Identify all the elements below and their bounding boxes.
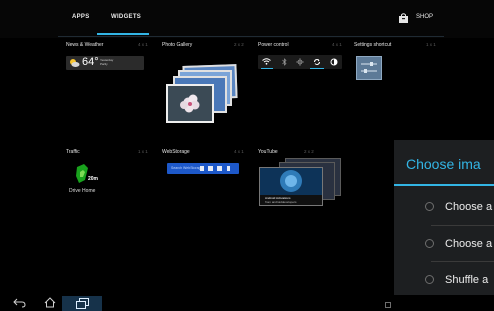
dialog-title: Choose ima <box>406 156 481 172</box>
tab-apps[interactable]: APPS <box>72 14 90 20</box>
youtube-caption-subtitle: from androiddevelopers <box>265 200 297 204</box>
widget-size-power-control: 4 x 1 <box>332 42 342 47</box>
widget-size-settings-shortcut: 1 x 1 <box>426 42 436 47</box>
webstorage-file-icon <box>200 166 204 171</box>
webstorage-music-icon <box>227 166 230 171</box>
back-icon[interactable] <box>13 298 26 308</box>
bluetooth-icon <box>282 58 287 66</box>
widget-title-power-control: Power control <box>258 42 289 48</box>
weather-line-2: Partly <box>100 62 108 66</box>
option-divider <box>431 225 494 226</box>
status-notification-icon <box>385 302 391 308</box>
tab-widgets[interactable]: WIDGETS <box>111 14 141 20</box>
widget-title-traffic: Traffic <box>66 149 80 155</box>
shop-button-label[interactable]: SHOP <box>416 14 433 20</box>
sync-on-indicator <box>310 68 324 69</box>
widget-size-webstorage: 4 x 1 <box>234 149 244 154</box>
widget-size-photo-gallery: 2 x 2 <box>234 42 244 47</box>
widget-size-traffic: 1 x 1 <box>138 149 148 154</box>
option-divider <box>431 261 494 262</box>
tab-selected-indicator <box>97 33 149 35</box>
dialog-option-label: Choose a <box>445 201 493 213</box>
widget-title-settings-shortcut: Settings shortcut <box>354 42 392 48</box>
sync-icon <box>314 59 320 65</box>
radio-button[interactable] <box>425 275 434 284</box>
photo-gallery-widget-preview[interactable] <box>163 60 243 123</box>
tab-bar-divider <box>58 36 444 37</box>
weather-temperature: 64° <box>82 56 99 68</box>
traffic-time: 20m <box>88 176 99 182</box>
brightness-icon <box>330 58 338 66</box>
dialog-option-label: Choose a <box>445 238 493 250</box>
wifi-icon <box>262 58 271 65</box>
gps-icon <box>296 58 304 66</box>
widget-title-webstorage: WebStorage <box>162 149 190 155</box>
cherry-blossom-photo <box>168 86 212 121</box>
widget-title-youtube: YouTube <box>258 149 278 155</box>
settings-shortcut-widget-preview[interactable] <box>356 56 382 80</box>
traffic-destination-label: Drive Home <box>69 188 96 194</box>
radio-button[interactable] <box>425 239 434 248</box>
webstorage-video-icon <box>217 166 222 171</box>
recent-apps-icon[interactable] <box>76 298 89 309</box>
webstorage-photo-icon <box>208 166 213 171</box>
dialog-option-label: Shuffle a <box>445 274 489 286</box>
webstorage-search-text: Search WebStorage <box>171 166 203 170</box>
widget-title-photo-gallery: Photo Gallery <box>162 42 193 48</box>
widget-title-news-weather: News & Weather <box>66 42 104 48</box>
radio-button[interactable] <box>425 202 434 211</box>
wifi-on-indicator <box>261 68 273 69</box>
dialog-title-divider <box>394 184 494 186</box>
partly-sunny-icon <box>70 59 80 67</box>
widget-size-youtube: 2 x 2 <box>304 149 314 154</box>
widget-size-news-weather: 4 x 1 <box>138 42 148 47</box>
shop-bag-icon[interactable] <box>398 13 409 23</box>
home-icon[interactable] <box>44 297 56 308</box>
settings-sliders-icon <box>361 62 377 73</box>
